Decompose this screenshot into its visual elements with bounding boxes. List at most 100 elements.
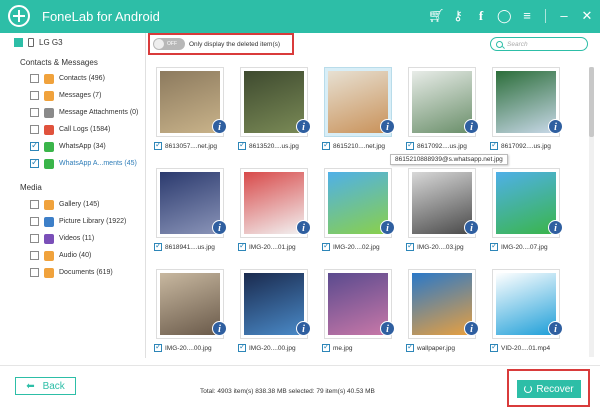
info-icon[interactable]: i bbox=[380, 119, 395, 134]
file-tile[interactable]: i me.jpg bbox=[320, 265, 402, 363]
file-checkbox[interactable] bbox=[238, 342, 246, 352]
info-icon[interactable]: i bbox=[380, 220, 395, 235]
search-box[interactable]: Search bbox=[490, 37, 588, 51]
sidebar-item[interactable]: Audio (40) bbox=[30, 250, 91, 261]
info-icon[interactable]: i bbox=[548, 321, 563, 336]
file-tile[interactable]: i 8618941....us.jpg bbox=[152, 164, 234, 262]
info-icon[interactable]: i bbox=[548, 119, 563, 134]
sidebar-item-label: Documents (619) bbox=[59, 269, 113, 276]
file-tile[interactable]: i wallpaper.jpg bbox=[404, 265, 486, 363]
file-checkbox[interactable] bbox=[322, 140, 330, 150]
file-tile[interactable]: i 8613057....net.jpg bbox=[152, 63, 234, 161]
info-icon[interactable]: i bbox=[548, 220, 563, 235]
sidebar-item[interactable]: WhatsApp (34) bbox=[30, 140, 106, 152]
info-icon[interactable]: i bbox=[296, 119, 311, 134]
file-tile[interactable]: i 8615210....net.jpg bbox=[320, 63, 402, 161]
file-name: IMG-20....07.jpg bbox=[501, 243, 548, 251]
close-icon[interactable]: ✕ bbox=[580, 8, 594, 24]
sidebar-item[interactable]: Documents (619) bbox=[30, 267, 113, 278]
sidebar-item[interactable]: WhatsApp A...ments (45) bbox=[30, 157, 137, 169]
file-name: 8617092....us.jpg bbox=[501, 142, 551, 150]
sidebar-item[interactable]: Gallery (145) bbox=[30, 199, 99, 210]
minimize-icon[interactable]: – bbox=[557, 8, 571, 24]
search-input[interactable]: Search bbox=[507, 41, 528, 48]
sidebar-item-checkbox[interactable] bbox=[30, 234, 39, 243]
title-bar-controls: 🛒︎ ⚷ f ◯ ≡ – ✕ bbox=[428, 8, 594, 24]
recover-button[interactable]: Recover bbox=[517, 380, 581, 398]
file-tile[interactable]: i 8617092....us.jpg bbox=[488, 63, 570, 161]
file-checkbox[interactable] bbox=[238, 140, 246, 150]
sidebar-item[interactable]: Message Attachments (0) bbox=[30, 107, 138, 118]
menu-icon[interactable]: ≡ bbox=[520, 8, 534, 24]
file-checkbox[interactable] bbox=[406, 241, 414, 251]
file-tile[interactable]: i 8613520....us.jpg bbox=[236, 63, 318, 161]
chat-icon[interactable]: ◯ bbox=[497, 8, 512, 24]
sidebar-item-checkbox[interactable] bbox=[30, 200, 39, 209]
sidebar-item-checkbox[interactable] bbox=[30, 251, 39, 260]
device-row[interactable]: LG G3 bbox=[14, 38, 63, 47]
grid-scrollbar[interactable] bbox=[589, 67, 594, 357]
file-checkbox[interactable] bbox=[154, 342, 162, 352]
sidebar-item-checkbox[interactable] bbox=[30, 125, 39, 134]
info-icon[interactable]: i bbox=[464, 220, 479, 235]
file-checkbox[interactable] bbox=[322, 342, 330, 352]
file-checkbox[interactable] bbox=[322, 241, 330, 251]
sidebar-item-checkbox[interactable] bbox=[30, 140, 39, 151]
thumbnail-image bbox=[328, 172, 388, 234]
sidebar-item[interactable]: Picture Library (1922) bbox=[30, 216, 126, 227]
file-checkbox[interactable] bbox=[154, 140, 162, 150]
file-checkbox[interactable] bbox=[238, 241, 246, 251]
sidebar-item[interactable]: Videos (11) bbox=[30, 233, 94, 244]
thumbnail-image bbox=[412, 273, 472, 335]
sidebar-item-checkbox[interactable] bbox=[30, 91, 39, 100]
file-checkbox[interactable] bbox=[406, 140, 414, 150]
info-icon[interactable]: i bbox=[296, 220, 311, 235]
sidebar-item-checkbox[interactable] bbox=[30, 108, 39, 117]
facebook-icon[interactable]: f bbox=[474, 8, 488, 24]
section-label-media: Media bbox=[20, 183, 42, 192]
info-icon[interactable]: i bbox=[464, 321, 479, 336]
file-tile[interactable]: iIMG-20....00.jpg bbox=[152, 265, 234, 363]
file-label: 8617092....us.jpg bbox=[490, 140, 551, 150]
device-checkbox[interactable] bbox=[14, 38, 23, 47]
key-icon[interactable]: ⚷ bbox=[451, 8, 465, 24]
file-label: IMG-20....07.jpg bbox=[490, 241, 548, 251]
file-checkbox[interactable] bbox=[490, 140, 498, 150]
file-name: VID-20....01.mp4 bbox=[501, 344, 551, 352]
sidebar-item-checkbox[interactable] bbox=[30, 217, 39, 226]
file-label: 8615210....net.jpg bbox=[322, 140, 385, 150]
scrollbar-thumb[interactable] bbox=[589, 67, 594, 137]
info-icon[interactable]: i bbox=[296, 321, 311, 336]
deleted-filter[interactable]: OFF Only display the deleted item(s) bbox=[148, 33, 294, 55]
info-icon[interactable]: i bbox=[380, 321, 395, 336]
file-tile[interactable]: iIMG-20....01.jpg bbox=[236, 164, 318, 262]
sidebar-item-checkbox[interactable] bbox=[30, 157, 39, 168]
file-tile[interactable]: iIMG-20....07.jpg bbox=[488, 164, 570, 262]
file-checkbox[interactable] bbox=[406, 342, 414, 352]
info-icon[interactable]: i bbox=[212, 321, 227, 336]
info-icon[interactable]: i bbox=[212, 220, 227, 235]
messages-icon bbox=[44, 90, 54, 101]
deleted-only-toggle[interactable]: OFF bbox=[153, 38, 185, 50]
file-label: IMG-20....00.jpg bbox=[238, 342, 296, 352]
file-checkbox[interactable] bbox=[490, 241, 498, 251]
back-button[interactable]: ⬅ Back bbox=[15, 377, 76, 395]
file-label: IMG-20....01.jpg bbox=[238, 241, 296, 251]
call-icon bbox=[44, 124, 54, 135]
file-tile[interactable]: iIMG-20....00.jpg bbox=[236, 265, 318, 363]
sidebar-item-checkbox[interactable] bbox=[30, 268, 39, 277]
file-checkbox[interactable] bbox=[490, 342, 498, 352]
sidebar-item-label: Audio (40) bbox=[59, 252, 92, 259]
sidebar-item[interactable]: Contacts (496) bbox=[30, 73, 105, 84]
info-icon[interactable]: i bbox=[464, 119, 479, 134]
sidebar-item[interactable]: Messages (7) bbox=[30, 90, 101, 101]
file-tile[interactable]: iIMG-20....03.jpg bbox=[404, 164, 486, 262]
file-tile[interactable]: i VID-20....01.mp4 bbox=[488, 265, 570, 363]
sidebar-item-checkbox[interactable] bbox=[30, 74, 39, 83]
info-icon[interactable]: i bbox=[212, 119, 227, 134]
sidebar-item[interactable]: Call Logs (1584) bbox=[30, 124, 110, 135]
file-checkbox[interactable] bbox=[154, 241, 162, 251]
file-tile[interactable]: i 8617092....us.jpg bbox=[404, 63, 486, 161]
cart-icon[interactable]: 🛒︎ bbox=[428, 8, 445, 24]
file-tile[interactable]: iIMG-20....02.jpg bbox=[320, 164, 402, 262]
